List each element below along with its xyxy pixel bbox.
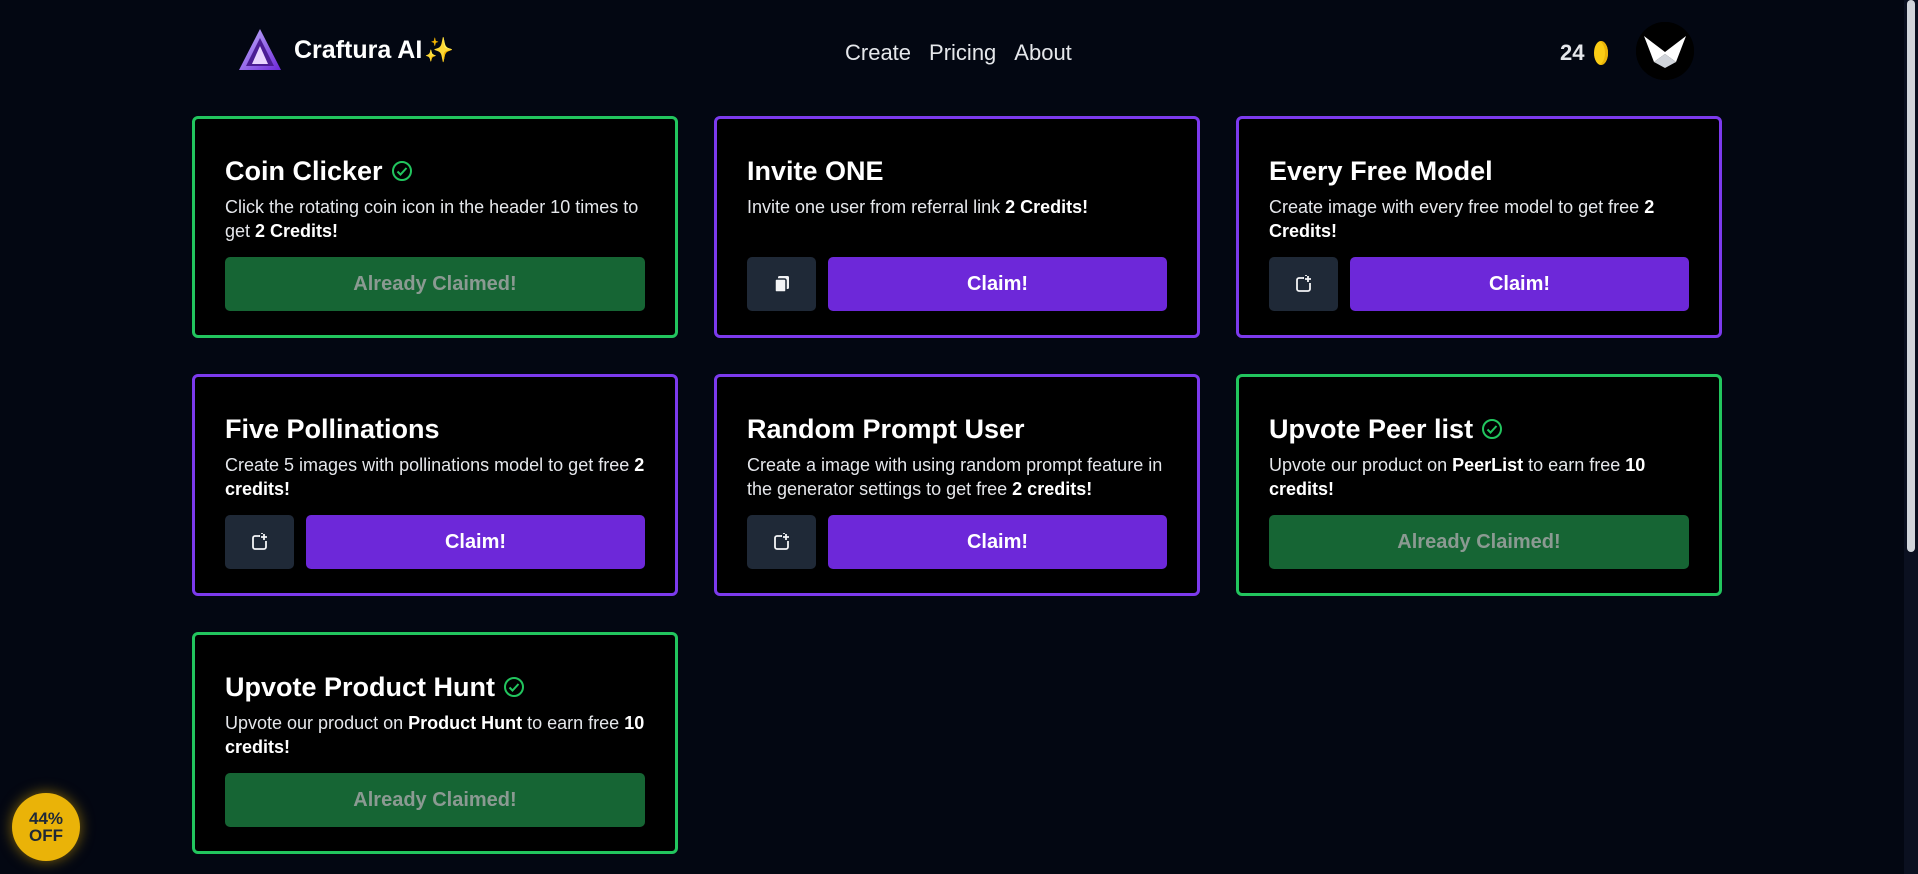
discount-percent: 44% bbox=[28, 809, 64, 828]
desc-text: Create a image with using random prompt … bbox=[747, 455, 1163, 499]
nav-about[interactable]: About bbox=[1014, 40, 1072, 66]
card-title: Upvote Product Hunt bbox=[225, 671, 645, 703]
desc-bold: 2 Credits! bbox=[1005, 197, 1089, 217]
already-claimed-button: Already Claimed! bbox=[1269, 515, 1689, 569]
copy-button[interactable] bbox=[747, 257, 816, 311]
card-title: Five Pollinations bbox=[225, 413, 645, 445]
credits-count: 24 bbox=[1560, 40, 1585, 65]
open-link-button[interactable] bbox=[225, 515, 294, 569]
check-circle-icon bbox=[504, 677, 524, 697]
open-link-button[interactable] bbox=[1269, 257, 1338, 311]
main-nav: Create Pricing About bbox=[845, 40, 1072, 66]
desc-bold: Product Hunt bbox=[408, 713, 523, 733]
card-title: Coin Clicker bbox=[225, 155, 645, 187]
card-title-text: Random Prompt User bbox=[747, 414, 1025, 444]
desc-bold: PeerList bbox=[1452, 455, 1524, 475]
task-card: Random Prompt User Create a image with us… bbox=[714, 374, 1200, 596]
task-card: Five Pollinations Create 5 images with po… bbox=[192, 374, 678, 596]
card-title: Random Prompt User bbox=[747, 413, 1167, 445]
card-title: Invite ONE bbox=[747, 155, 1167, 187]
card-description: Create a image with using random prompt … bbox=[747, 453, 1167, 501]
card-actions: Claim! bbox=[747, 515, 1167, 569]
discount-label: OFF bbox=[29, 826, 63, 845]
desc-bold: 2 Credits! bbox=[255, 221, 339, 241]
open-link-button[interactable] bbox=[747, 515, 816, 569]
logo-icon bbox=[239, 29, 281, 70]
card-title: Every Free Model bbox=[1269, 155, 1689, 187]
credits-display: 24 bbox=[1560, 40, 1609, 66]
desc-text: Create image with every free model to ge… bbox=[1269, 197, 1645, 217]
card-description: Create 5 images with pollinations model … bbox=[225, 453, 645, 501]
card-description: Upvote our product on PeerList to earn f… bbox=[1269, 453, 1689, 501]
brand-name: Craftura AI✨ bbox=[294, 35, 455, 64]
card-title-text: Invite ONE bbox=[747, 156, 884, 186]
task-card: Invite ONE Invite one user from referral … bbox=[714, 116, 1200, 338]
card-title-text: Upvote Product Hunt bbox=[225, 672, 495, 702]
task-card: Every Free Model Create image with every … bbox=[1236, 116, 1722, 338]
claim-button[interactable]: Claim! bbox=[828, 257, 1167, 311]
card-title-text: Upvote Peer list bbox=[1269, 414, 1474, 444]
task-card: Upvote Peer list Upvote our product on Pe… bbox=[1236, 374, 1722, 596]
card-title-text: Every Free Model bbox=[1269, 156, 1493, 186]
claim-button[interactable]: Claim! bbox=[828, 515, 1167, 569]
discount-badge[interactable]: 44% OFF bbox=[12, 793, 80, 861]
desc-text-2: to earn free bbox=[522, 713, 625, 733]
card-title-text: Five Pollinations bbox=[225, 414, 440, 444]
desc-bold: 2 credits! bbox=[1012, 479, 1093, 499]
nav-create[interactable]: Create bbox=[845, 40, 911, 66]
scrollbar[interactable] bbox=[1904, 0, 1918, 874]
desc-text: Create 5 images with pollinations model … bbox=[225, 455, 635, 475]
already-claimed-button: Already Claimed! bbox=[225, 257, 645, 311]
card-description: Create image with every free model to ge… bbox=[1269, 195, 1689, 243]
open-link-icon bbox=[772, 532, 792, 552]
card-actions: Already Claimed! bbox=[1269, 515, 1689, 569]
copy-icon bbox=[772, 274, 792, 294]
check-circle-icon bbox=[391, 161, 412, 181]
brand-logo[interactable]: Craftura AI✨ bbox=[236, 26, 454, 74]
claim-button[interactable]: Claim! bbox=[1350, 257, 1689, 311]
open-link-icon bbox=[1294, 274, 1314, 294]
desc-text: Upvote our product on bbox=[1269, 455, 1453, 475]
card-description: Upvote our product on Product Hunt to ea… bbox=[225, 711, 645, 759]
card-actions: Claim! bbox=[747, 257, 1167, 311]
desc-text: Upvote our product on bbox=[225, 713, 409, 733]
task-card: Coin Clicker Click the rotating coin icon… bbox=[192, 116, 678, 338]
scrollbar-thumb[interactable] bbox=[1907, 0, 1915, 552]
already-claimed-button: Already Claimed! bbox=[225, 773, 645, 827]
card-description: Invite one user from referral link 2 Cre… bbox=[747, 195, 1167, 243]
card-description: Click the rotating coin icon in the head… bbox=[225, 195, 645, 243]
card-title: Upvote Peer list bbox=[1269, 413, 1689, 445]
avatar[interactable] bbox=[1636, 22, 1694, 80]
card-actions: Already Claimed! bbox=[225, 773, 645, 827]
avatar-logo-icon bbox=[1636, 22, 1694, 80]
task-card: Upvote Product Hunt Upvote our product on… bbox=[192, 632, 678, 854]
card-actions: Claim! bbox=[1269, 257, 1689, 311]
nav-pricing[interactable]: Pricing bbox=[929, 40, 996, 66]
open-link-icon bbox=[250, 532, 270, 552]
sparkle-icon: ✨ bbox=[424, 36, 455, 64]
claim-button[interactable]: Claim! bbox=[306, 515, 645, 569]
check-circle-icon bbox=[1482, 419, 1503, 439]
card-title-text: Coin Clicker bbox=[225, 156, 383, 186]
desc-text: Invite one user from referral link bbox=[747, 197, 1006, 217]
desc-text-2: to earn free bbox=[1523, 455, 1626, 475]
card-actions: Already Claimed! bbox=[225, 257, 645, 311]
card-actions: Claim! bbox=[225, 515, 645, 569]
coin-icon[interactable] bbox=[1594, 41, 1609, 65]
